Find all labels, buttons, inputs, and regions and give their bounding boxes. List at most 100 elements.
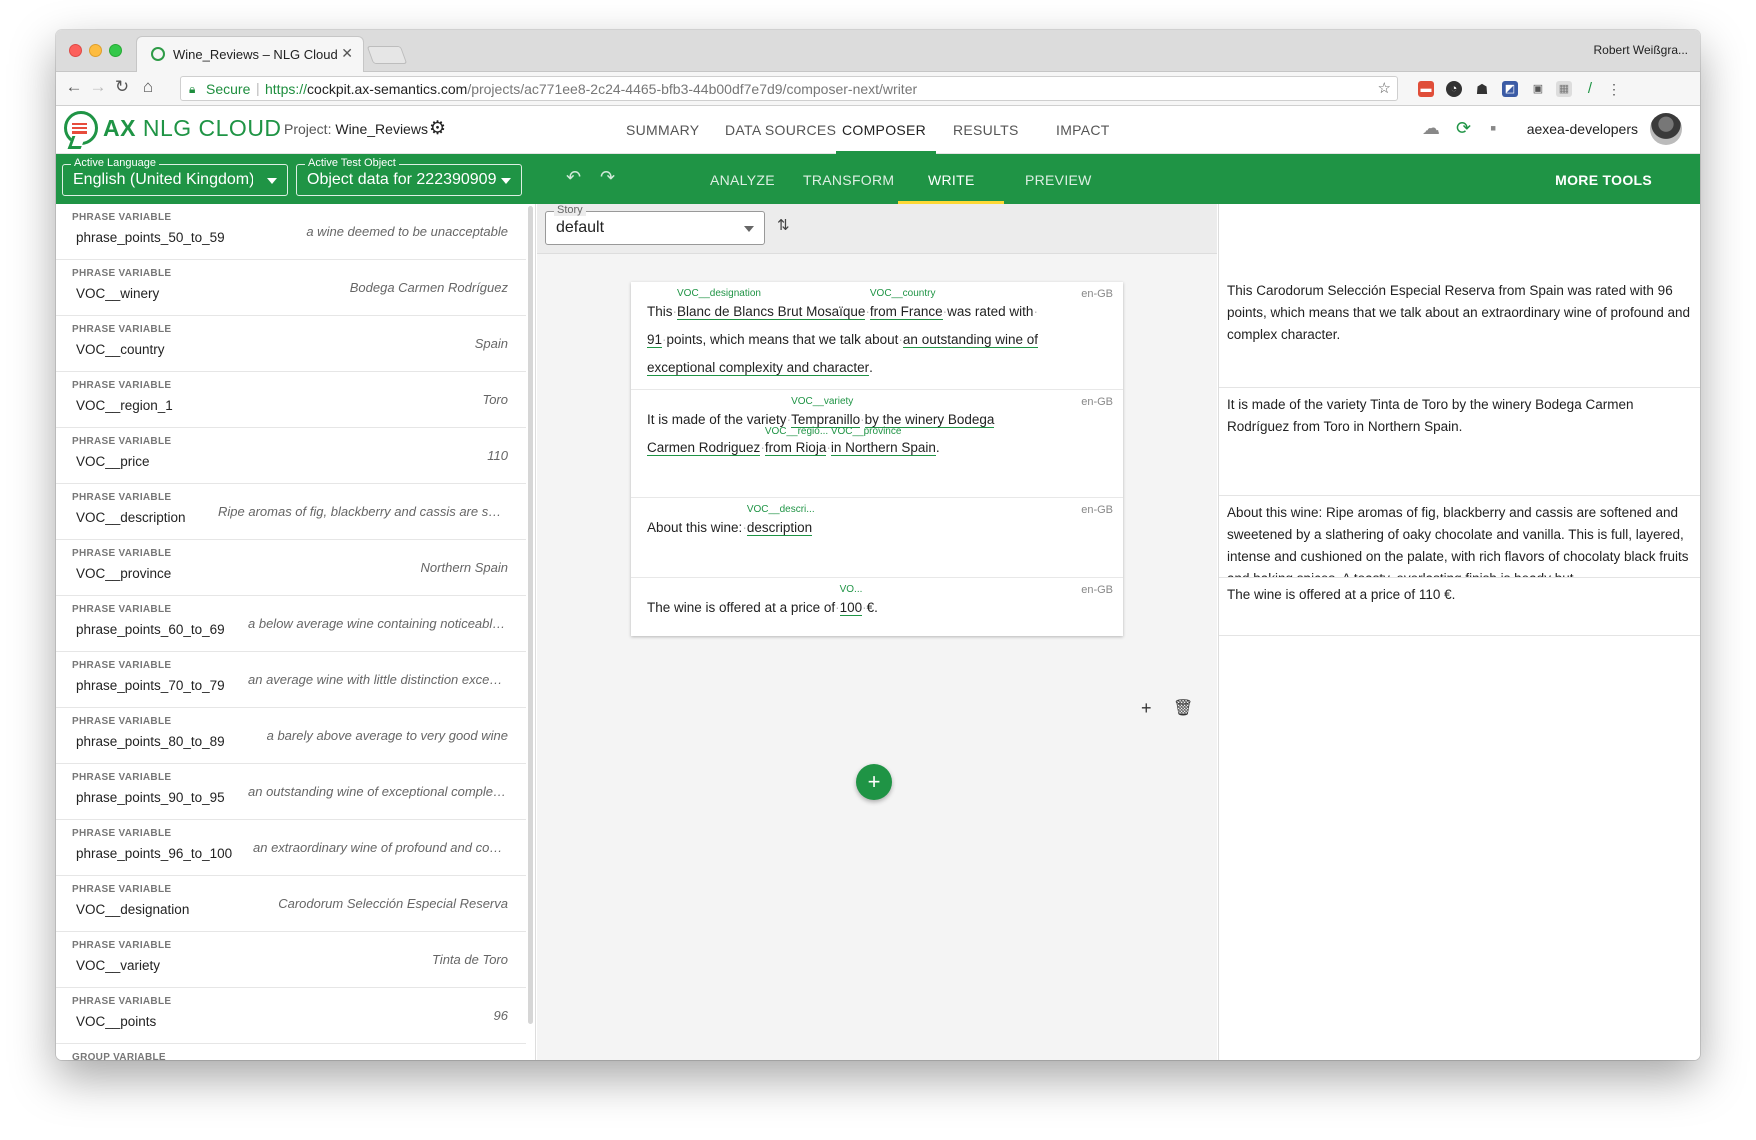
variable-row[interactable]: PHRASE VARIABLE phrase_points_90_to_95 a… xyxy=(56,764,526,820)
nav-data-sources[interactable]: DATA SOURCES xyxy=(725,122,836,138)
variable-row[interactable]: GROUP VARIABLE xyxy=(56,1044,526,1060)
token-text: Tempranillo xyxy=(791,412,861,427)
more-tools-button[interactable]: MORE TOOLS xyxy=(1555,172,1652,188)
trash-icon[interactable]: 🗑︎ xyxy=(1173,698,1193,718)
variable-row[interactable]: PHRASE VARIABLE phrase_points_70_to_79 a… xyxy=(56,652,526,708)
variable-name: phrase_points_96_to_100 xyxy=(76,846,233,861)
variable-type: PHRASE VARIABLE xyxy=(72,268,172,279)
variable-row[interactable]: PHRASE VARIABLE VOC__description Ripe ar… xyxy=(56,484,526,540)
token-description[interactable]: VOC__descri... description xyxy=(746,504,815,536)
avatar[interactable] xyxy=(1650,113,1682,145)
undo-icon[interactable]: ↶ xyxy=(566,167,581,188)
preview-sentence: About this wine: Ripe aromas of fig, bla… xyxy=(1219,496,1700,578)
user-name[interactable]: aexea-developers xyxy=(1527,121,1638,137)
extension-gauge-icon[interactable]: ◔ xyxy=(1446,81,1462,97)
variable-row[interactable]: PHRASE VARIABLE VOC__variety Tinta de To… xyxy=(56,932,526,988)
home-icon[interactable]: ⌂ xyxy=(138,77,158,97)
variable-row[interactable]: PHRASE VARIABLE phrase_points_60_to_69 a… xyxy=(56,596,526,652)
minimize-window-button[interactable] xyxy=(89,44,102,57)
nav-results[interactable]: RESULTS xyxy=(953,122,1019,138)
add-sentence-icon[interactable]: + xyxy=(1141,698,1152,719)
url-bar[interactable]: 🔒︎ Secure | https://cockpit.ax-semantics… xyxy=(180,76,1398,101)
sort-icon[interactable]: ⇅ xyxy=(777,216,790,234)
tab-transform[interactable]: TRANSFORM xyxy=(803,172,894,188)
cloud-upload-icon[interactable]: ☁ xyxy=(1422,118,1440,139)
variable-row[interactable]: PHRASE VARIABLE VOC__region_1 Toro xyxy=(56,372,526,428)
token-tag: VOC__regio... xyxy=(764,426,829,437)
extension-github-icon[interactable]: ☗ xyxy=(1474,81,1490,97)
extension-flag-icon[interactable]: ◩ xyxy=(1502,81,1518,97)
browser-menu-icon[interactable]: ⋮ xyxy=(1606,81,1622,97)
sentence-3[interactable]: en-GB About this wine:· VOC__descri... des… xyxy=(631,498,1123,578)
forward-arrow-icon[interactable]: → xyxy=(88,77,108,97)
extension-grid-icon[interactable]: ▦ xyxy=(1556,81,1572,97)
extension-mail-icon[interactable]: ▬ xyxy=(1418,81,1434,97)
token-country[interactable]: VOC__country from France xyxy=(869,288,943,320)
close-window-button[interactable] xyxy=(69,44,82,57)
token-text: by the winery Bodega xyxy=(864,412,995,427)
variables-scrollbar[interactable] xyxy=(528,206,533,1024)
token-province[interactable]: VOC__province in Northern Spain xyxy=(830,426,936,456)
gear-icon[interactable]: ⚙ xyxy=(429,117,446,140)
story-select[interactable]: Story default xyxy=(545,204,765,245)
sentence-1[interactable]: en-GB This· VOC__designation Blanc de Blan… xyxy=(631,282,1123,390)
sentence-4[interactable]: en-GB The wine is offered at a price of·… xyxy=(631,578,1123,636)
test-object-select-value: Object data for 2223909095 xyxy=(307,171,497,188)
extension-slash-icon[interactable]: / xyxy=(1582,81,1598,97)
preview-text: About this wine: Ripe aromas of fig, bla… xyxy=(1227,505,1689,577)
sentence-2[interactable]: en-GB It is made of the variety· VOC__var… xyxy=(631,390,1123,498)
variable-type: PHRASE VARIABLE xyxy=(72,492,172,503)
variable-row[interactable]: PHRASE VARIABLE VOC__country Spain xyxy=(56,316,526,372)
new-tab-button[interactable] xyxy=(366,46,408,64)
redo-icon[interactable]: ↷ xyxy=(600,167,615,188)
bookmark-star-icon[interactable]: ☆ xyxy=(1378,79,1391,97)
nav-summary[interactable]: SUMMARY xyxy=(626,122,699,138)
logo-text: AX NLG CLOUD xyxy=(103,115,282,141)
sentence-text: . xyxy=(935,440,940,455)
tab-analyze[interactable]: ANALYZE xyxy=(710,172,775,188)
token-phrase[interactable]: an outstanding wine of xyxy=(902,332,1039,348)
feedback-icon[interactable]: ▪ xyxy=(1490,118,1496,139)
variable-row[interactable]: PHRASE VARIABLE phrase_points_50_to_59 a… xyxy=(56,204,526,260)
variable-name: VOC__designation xyxy=(76,902,190,917)
variable-row[interactable]: PHRASE VARIABLE phrase_points_96_to_100 … xyxy=(56,820,526,876)
variable-row[interactable]: PHRASE VARIABLE VOC__points 96 xyxy=(56,988,526,1044)
token-winery-cont[interactable]: Carmen Rodriguez xyxy=(647,440,761,456)
browser-tab[interactable]: Wine_Reviews – NLG Cloud ✕ xyxy=(136,36,364,72)
language-select[interactable]: Active Language English (United Kingdom) xyxy=(62,157,288,196)
sentence-locale: en-GB xyxy=(1081,504,1113,516)
variable-value: Northern Spain xyxy=(420,560,508,575)
sentence-text: was rated with xyxy=(947,304,1034,319)
browser-profile[interactable]: Robert Weißgra... xyxy=(1594,43,1688,57)
tab-preview[interactable]: PREVIEW xyxy=(1025,172,1092,188)
nav-impact[interactable]: IMPACT xyxy=(1056,122,1110,138)
sentence-text: It is made of the variety xyxy=(647,412,787,427)
back-arrow-icon[interactable]: ← xyxy=(64,77,84,97)
maximize-window-button[interactable] xyxy=(109,44,122,57)
extension-lock-icon[interactable]: ▣ xyxy=(1530,81,1546,97)
token-text: 91 xyxy=(647,332,663,347)
sync-icon[interactable]: ⟳ xyxy=(1456,118,1471,139)
variable-name: VOC__winery xyxy=(76,286,160,301)
close-icon[interactable]: ✕ xyxy=(341,45,353,62)
token-designation[interactable]: VOC__designation Blanc de Blancs Brut Mos… xyxy=(677,288,866,320)
token-price[interactable]: VO... 100 xyxy=(839,584,862,616)
reload-icon[interactable]: ↻ xyxy=(112,77,132,97)
variable-row[interactable]: PHRASE VARIABLE VOC__designation Carodor… xyxy=(56,876,526,932)
variable-row[interactable]: PHRASE VARIABLE VOC__winery Bodega Carme… xyxy=(56,260,526,316)
token-phrase-cont[interactable]: exceptional complexity and character xyxy=(647,360,870,376)
variable-value: Carodorum Selección Especial Reserva xyxy=(278,896,508,911)
token-points[interactable]: 91 xyxy=(647,332,663,348)
token-text: Carmen Rodriguez xyxy=(647,440,761,455)
variable-row[interactable]: PHRASE VARIABLE VOC__price 110 xyxy=(56,428,526,484)
tab-write[interactable]: WRITE xyxy=(928,172,975,188)
test-object-select[interactable]: Active Test Object Object data for 22239… xyxy=(296,157,522,196)
add-story-button[interactable]: + xyxy=(856,764,892,800)
variable-row[interactable]: PHRASE VARIABLE VOC__province Northern S… xyxy=(56,540,526,596)
composer-panel: Story default ⇅ en-GB This· VOC__designat… xyxy=(537,204,1217,1060)
variable-type: PHRASE VARIABLE xyxy=(72,716,172,727)
app-header: AX NLG CLOUD Project: Wine_Reviews ⚙ SUM… xyxy=(56,106,1700,154)
variable-row[interactable]: PHRASE VARIABLE phrase_points_80_to_89 a… xyxy=(56,708,526,764)
token-region[interactable]: VOC__regio... from Rioja xyxy=(764,426,828,456)
nav-composer[interactable]: COMPOSER xyxy=(842,122,926,138)
